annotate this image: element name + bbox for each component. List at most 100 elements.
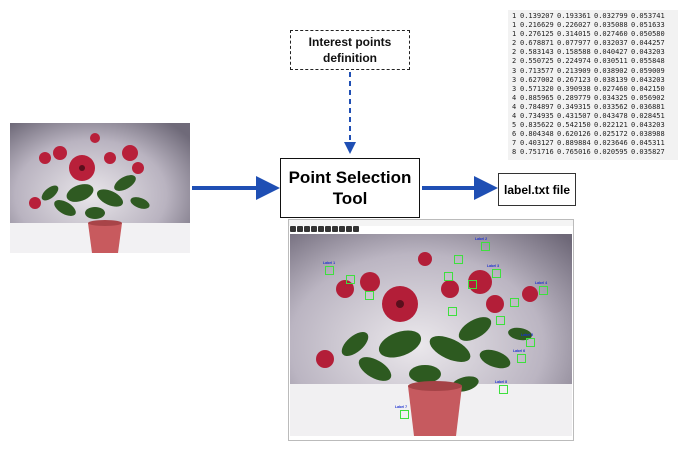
label-file-box: label.txt file bbox=[498, 173, 576, 206]
table-cell: 0.077977 bbox=[557, 39, 591, 48]
table-cell: 0.032799 bbox=[594, 12, 628, 20]
table-cell: 0.289779 bbox=[557, 93, 591, 102]
keypoint-box[interactable] bbox=[517, 354, 526, 363]
table-cell: 4 bbox=[512, 102, 517, 111]
keypoint-box[interactable] bbox=[444, 272, 453, 281]
keypoint-box[interactable] bbox=[346, 275, 355, 284]
keypoint-label: Label 6 bbox=[513, 349, 526, 353]
keypoint-box[interactable] bbox=[526, 338, 535, 347]
table-cell: 0.627002 bbox=[520, 75, 554, 84]
table-cell: 0.027460 bbox=[594, 84, 628, 93]
table-cell: 0.314015 bbox=[557, 30, 591, 39]
table-cell: 0.216629 bbox=[520, 21, 554, 30]
keypoint-box[interactable] bbox=[448, 307, 457, 316]
table-row: 1 0.139207 0.193361 0.032799 0.053741 bbox=[512, 12, 674, 21]
table-cell: 0.056902 bbox=[631, 93, 665, 102]
table-cell: 0.889884 bbox=[557, 139, 591, 148]
table-cell: 0.035088 bbox=[594, 21, 628, 30]
keypoint-box[interactable] bbox=[539, 286, 548, 295]
toolbar-button[interactable] bbox=[346, 226, 352, 232]
table-cell: 0.158588 bbox=[557, 48, 591, 57]
toolbar-button[interactable] bbox=[311, 226, 317, 232]
table-cell: 0.051633 bbox=[631, 21, 665, 30]
table-cell: 2 bbox=[512, 57, 517, 66]
table-cell: 1 bbox=[512, 12, 517, 20]
keypoint-box[interactable] bbox=[365, 291, 374, 300]
keypoint-box[interactable] bbox=[492, 269, 501, 278]
table-row: 3 0.571320 0.390938 0.027460 0.042150 bbox=[512, 85, 674, 94]
table-row: 1 0.276125 0.314015 0.027460 0.050580 bbox=[512, 30, 674, 39]
toolbar-button[interactable] bbox=[339, 226, 345, 232]
table-cell: 3 bbox=[512, 66, 517, 75]
table-cell: 2 bbox=[512, 39, 517, 48]
tool-title-line2: Tool bbox=[332, 189, 368, 208]
table-cell: 0.038139 bbox=[594, 75, 628, 84]
table-cell: 0.045311 bbox=[631, 139, 665, 148]
table-cell: 0.583143 bbox=[520, 48, 554, 57]
table-cell: 0.835622 bbox=[520, 121, 554, 130]
table-cell: 0.276125 bbox=[520, 30, 554, 39]
table-row: 4 0.734935 0.431507 0.043478 0.028451 bbox=[512, 112, 674, 121]
keypoint-box[interactable] bbox=[468, 280, 477, 289]
keypoint-label: Label 5 bbox=[521, 333, 534, 337]
table-cell: 0.059009 bbox=[631, 66, 665, 75]
table-cell: 0.043478 bbox=[594, 112, 628, 121]
table-cell: 0.213909 bbox=[557, 66, 591, 75]
table-cell: 0.032037 bbox=[594, 39, 628, 48]
table-cell: 0.571320 bbox=[520, 84, 554, 93]
table-cell: 1 bbox=[512, 30, 517, 39]
table-cell: 0.053741 bbox=[631, 12, 665, 20]
toolbar-button[interactable] bbox=[297, 226, 303, 232]
table-cell: 0.040427 bbox=[594, 48, 628, 57]
toolbar-button[interactable] bbox=[353, 226, 359, 232]
table-cell: 0.030511 bbox=[594, 57, 628, 66]
table-cell: 0.542150 bbox=[557, 121, 591, 130]
keypoint-box[interactable] bbox=[325, 266, 334, 275]
table-cell: 0.042150 bbox=[631, 84, 665, 93]
keypoint-label: Label 4 bbox=[535, 281, 548, 285]
table-cell: 7 bbox=[512, 139, 517, 148]
table-cell: 0.025172 bbox=[594, 130, 628, 139]
table-cell: 3 bbox=[512, 84, 517, 93]
keypoint-label: Label 1 bbox=[323, 261, 336, 265]
toolbar-button[interactable] bbox=[318, 226, 324, 232]
table-row: 2 0.550725 0.224974 0.030511 0.055848 bbox=[512, 57, 674, 66]
toolbar-button[interactable] bbox=[325, 226, 331, 232]
keypoint-label: Label 3 bbox=[487, 264, 500, 268]
table-cell: 0.043203 bbox=[631, 48, 665, 57]
interest-points-box: Interest points definition bbox=[290, 30, 410, 70]
point-selection-tool-box: Point Selection Tool bbox=[280, 158, 420, 218]
keypoint-box[interactable] bbox=[481, 242, 490, 251]
table-cell: 0.349315 bbox=[557, 102, 591, 111]
table-row: 3 0.713577 0.213909 0.038902 0.059009 bbox=[512, 67, 674, 76]
table-cell: 0.678871 bbox=[520, 39, 554, 48]
keypoint-box[interactable] bbox=[496, 316, 505, 325]
table-cell: 3 bbox=[512, 75, 517, 84]
table-cell: 0.804348 bbox=[520, 130, 554, 139]
toolbar-button[interactable] bbox=[304, 226, 310, 232]
keypoint-box[interactable] bbox=[510, 298, 519, 307]
toolbar-button[interactable] bbox=[290, 226, 296, 232]
table-cell: 0.023646 bbox=[594, 139, 628, 148]
table-row: 2 0.678871 0.077977 0.032037 0.044257 bbox=[512, 39, 674, 48]
table-cell: 0.751716 bbox=[520, 148, 554, 157]
table-cell: 0.050580 bbox=[631, 30, 665, 39]
table-cell: 0.550725 bbox=[520, 57, 554, 66]
table-cell: 0.224974 bbox=[557, 57, 591, 66]
table-row: 3 0.627002 0.267123 0.038139 0.043203 bbox=[512, 76, 674, 85]
table-row: 4 0.784897 0.349315 0.033562 0.036881 bbox=[512, 103, 674, 112]
table-cell: 0.713577 bbox=[520, 66, 554, 75]
toolbar-button[interactable] bbox=[332, 226, 338, 232]
keypoint-label: Label 2 bbox=[475, 237, 488, 241]
table-cell: 0.267123 bbox=[557, 75, 591, 84]
table-cell: 2 bbox=[512, 48, 517, 57]
keypoint-box[interactable] bbox=[499, 385, 508, 394]
table-row: 2 0.583143 0.158588 0.040427 0.043203 bbox=[512, 48, 674, 57]
table-cell: 0.044257 bbox=[631, 39, 665, 48]
tool-window-toolbar bbox=[290, 226, 359, 233]
keypoint-box[interactable] bbox=[400, 410, 409, 419]
table-cell: 0.022121 bbox=[594, 121, 628, 130]
table-cell: 0.431507 bbox=[557, 112, 591, 121]
table-cell: 4 bbox=[512, 93, 517, 102]
keypoint-box[interactable] bbox=[454, 255, 463, 264]
